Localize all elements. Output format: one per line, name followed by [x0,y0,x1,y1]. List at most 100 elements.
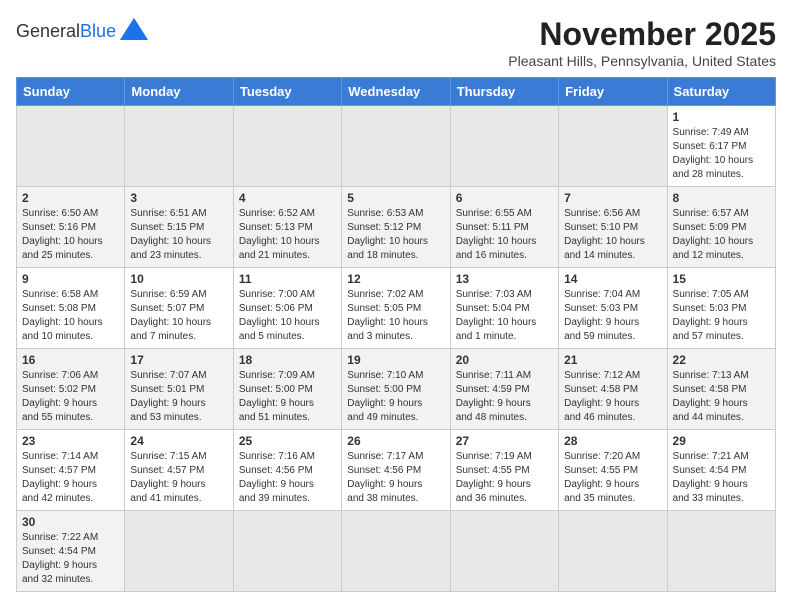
cell-sun-info: Sunrise: 6:53 AM Sunset: 5:12 PM Dayligh… [347,207,444,263]
calendar-cell: 1 Sunrise: 7:49 AM Sunset: 6:17 PM Daylig… [667,106,775,187]
cell-sun-info: Sunrise: 7:02 AM Sunset: 5:05 PM Dayligh… [347,288,444,344]
cell-sun-info: Sunrise: 7:13 AM Sunset: 4:58 PM Dayligh… [673,369,770,425]
header: GeneralBlue November 2025 Pleasant Hills… [16,16,776,69]
day-number: 25 [239,434,336,448]
day-number: 24 [130,434,227,448]
cell-sun-info: Sunrise: 7:09 AM Sunset: 5:00 PM Dayligh… [239,369,336,425]
day-number: 12 [347,272,444,286]
calendar-cell: 20Sunrise: 7:11 AM Sunset: 4:59 PM Dayli… [450,349,558,430]
logo-triangle-icon [120,18,148,40]
cell-sun-info: Sunrise: 6:57 AM Sunset: 5:09 PM Dayligh… [673,207,770,263]
calendar-cell: 3 Sunrise: 6:51 AM Sunset: 5:15 PM Daylig… [125,187,233,268]
day-number: 3 [130,191,227,205]
day-number: 15 [673,272,770,286]
cell-sun-info: Sunrise: 7:21 AM Sunset: 4:54 PM Dayligh… [673,450,770,506]
cell-sun-info: Sunrise: 6:58 AM Sunset: 5:08 PM Dayligh… [22,288,119,344]
cell-sun-info: Sunrise: 6:55 AM Sunset: 5:11 PM Dayligh… [456,207,553,263]
calendar-cell [667,511,775,592]
column-header-sunday: Sunday [17,78,125,106]
cell-sun-info: Sunrise: 7:22 AM Sunset: 4:54 PM Dayligh… [22,531,119,587]
day-number: 2 [22,191,119,205]
calendar-cell: 14Sunrise: 7:04 AM Sunset: 5:03 PM Dayli… [559,268,667,349]
calendar-cell: 13 Sunrise: 7:03 AM Sunset: 5:04 PM Dayli… [450,268,558,349]
calendar-header: SundayMondayTuesdayWednesdayThursdayFrid… [17,78,776,106]
calendar-cell: 12 Sunrise: 7:02 AM Sunset: 5:05 PM Dayli… [342,268,450,349]
cell-sun-info: Sunrise: 7:12 AM Sunset: 4:58 PM Dayligh… [564,369,661,425]
calendar-cell [233,511,341,592]
cell-sun-info: Sunrise: 6:50 AM Sunset: 5:16 PM Dayligh… [22,207,119,263]
title-area: November 2025 Pleasant Hills, Pennsylvan… [508,16,776,69]
calendar-cell: 27 Sunrise: 7:19 AM Sunset: 4:55 PM Dayli… [450,430,558,511]
day-number: 13 [456,272,553,286]
cell-sun-info: Sunrise: 7:16 AM Sunset: 4:56 PM Dayligh… [239,450,336,506]
week-row-4: 16Sunrise: 7:06 AM Sunset: 5:02 PM Dayli… [17,349,776,430]
column-header-monday: Monday [125,78,233,106]
day-number: 20 [456,353,553,367]
calendar-cell: 16Sunrise: 7:06 AM Sunset: 5:02 PM Dayli… [17,349,125,430]
day-number: 7 [564,191,661,205]
day-number: 9 [22,272,119,286]
cell-sun-info: Sunrise: 7:03 AM Sunset: 5:04 PM Dayligh… [456,288,553,344]
day-number: 21 [564,353,661,367]
calendar-cell: 7Sunrise: 6:56 AM Sunset: 5:10 PM Daylig… [559,187,667,268]
column-header-wednesday: Wednesday [342,78,450,106]
calendar-cell: 5Sunrise: 6:53 AM Sunset: 5:12 PM Daylig… [342,187,450,268]
calendar-cell [233,106,341,187]
calendar-cell [342,511,450,592]
calendar-cell: 15Sunrise: 7:05 AM Sunset: 5:03 PM Dayli… [667,268,775,349]
day-number: 11 [239,272,336,286]
calendar-body: 1 Sunrise: 7:49 AM Sunset: 6:17 PM Daylig… [17,106,776,592]
cell-sun-info: Sunrise: 7:49 AM Sunset: 6:17 PM Dayligh… [673,126,770,182]
calendar-cell: 25 Sunrise: 7:16 AM Sunset: 4:56 PM Dayli… [233,430,341,511]
day-number: 22 [673,353,770,367]
calendar-cell [450,511,558,592]
header-row: SundayMondayTuesdayWednesdayThursdayFrid… [17,78,776,106]
calendar-cell: 28Sunrise: 7:20 AM Sunset: 4:55 PM Dayli… [559,430,667,511]
column-header-thursday: Thursday [450,78,558,106]
day-number: 1 [673,110,770,124]
cell-sun-info: Sunrise: 6:52 AM Sunset: 5:13 PM Dayligh… [239,207,336,263]
day-number: 8 [673,191,770,205]
calendar-cell: 11Sunrise: 7:00 AM Sunset: 5:06 PM Dayli… [233,268,341,349]
day-number: 23 [22,434,119,448]
week-row-5: 23 Sunrise: 7:14 AM Sunset: 4:57 PM Dayli… [17,430,776,511]
cell-sun-info: Sunrise: 7:14 AM Sunset: 4:57 PM Dayligh… [22,450,119,506]
day-number: 19 [347,353,444,367]
calendar-cell: 24Sunrise: 7:15 AM Sunset: 4:57 PM Dayli… [125,430,233,511]
column-header-tuesday: Tuesday [233,78,341,106]
cell-sun-info: Sunrise: 7:17 AM Sunset: 4:56 PM Dayligh… [347,450,444,506]
calendar-cell [559,106,667,187]
calendar-cell: 22 Sunrise: 7:13 AM Sunset: 4:58 PM Dayli… [667,349,775,430]
calendar-cell: 18Sunrise: 7:09 AM Sunset: 5:00 PM Dayli… [233,349,341,430]
location: Pleasant Hills, Pennsylvania, United Sta… [508,53,776,69]
day-number: 30 [22,515,119,529]
cell-sun-info: Sunrise: 7:19 AM Sunset: 4:55 PM Dayligh… [456,450,553,506]
logo-general: General [16,21,80,41]
week-row-2: 2 Sunrise: 6:50 AM Sunset: 5:16 PM Daylig… [17,187,776,268]
day-number: 4 [239,191,336,205]
calendar-cell [17,106,125,187]
calendar-table: SundayMondayTuesdayWednesdayThursdayFrid… [16,77,776,592]
calendar-cell: 6 Sunrise: 6:55 AM Sunset: 5:11 PM Daylig… [450,187,558,268]
day-number: 6 [456,191,553,205]
calendar-cell: 4 Sunrise: 6:52 AM Sunset: 5:13 PM Daylig… [233,187,341,268]
calendar-cell: 21 Sunrise: 7:12 AM Sunset: 4:58 PM Dayli… [559,349,667,430]
cell-sun-info: Sunrise: 6:59 AM Sunset: 5:07 PM Dayligh… [130,288,227,344]
calendar-cell: 23 Sunrise: 7:14 AM Sunset: 4:57 PM Dayli… [17,430,125,511]
cell-sun-info: Sunrise: 7:06 AM Sunset: 5:02 PM Dayligh… [22,369,119,425]
calendar-cell: 2 Sunrise: 6:50 AM Sunset: 5:16 PM Daylig… [17,187,125,268]
calendar-cell: 17Sunrise: 7:07 AM Sunset: 5:01 PM Dayli… [125,349,233,430]
logo-text: GeneralBlue [16,22,116,40]
day-number: 10 [130,272,227,286]
logo-blue: Blue [80,21,116,41]
day-number: 29 [673,434,770,448]
calendar-cell [342,106,450,187]
cell-sun-info: Sunrise: 6:51 AM Sunset: 5:15 PM Dayligh… [130,207,227,263]
calendar-cell: 30 Sunrise: 7:22 AM Sunset: 4:54 PM Dayli… [17,511,125,592]
calendar-cell: 8 Sunrise: 6:57 AM Sunset: 5:09 PM Daylig… [667,187,775,268]
logo: GeneralBlue [16,16,148,45]
day-number: 14 [564,272,661,286]
column-header-saturday: Saturday [667,78,775,106]
calendar-cell [559,511,667,592]
day-number: 27 [456,434,553,448]
